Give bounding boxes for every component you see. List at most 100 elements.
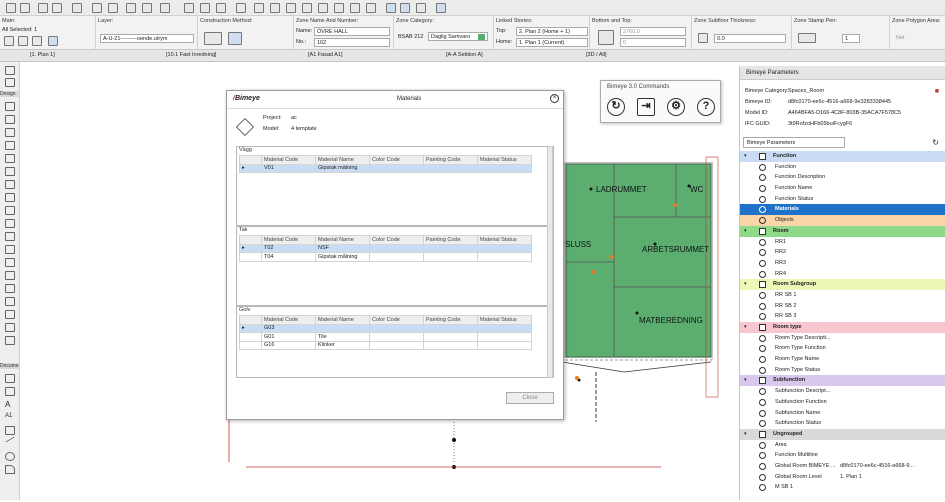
tree-item[interactable]: Function Name	[740, 183, 945, 194]
tree-item[interactable]: M SB 1	[740, 482, 945, 493]
tree-item[interactable]: Subfunction Status	[740, 418, 945, 429]
split-icon[interactable]	[334, 3, 344, 13]
tree-item[interactable]: Room Type Function	[740, 343, 945, 354]
curtain-wall-tool-icon[interactable]	[5, 232, 15, 241]
height-field[interactable]: 2760.0	[620, 27, 686, 36]
tree-group-room-subgroup[interactable]: ▾ Room Subgroup	[740, 279, 945, 290]
offset-icon[interactable]	[318, 3, 328, 13]
railing-tool-icon[interactable]	[5, 180, 15, 189]
window-tool-icon[interactable]	[5, 154, 15, 163]
section-icon[interactable]	[416, 3, 426, 13]
stair-tool-icon[interactable]	[5, 167, 15, 176]
tree-item[interactable]: RR3	[740, 258, 945, 269]
expand-icon[interactable]: ▾	[744, 322, 747, 333]
stretch-icon[interactable]	[270, 3, 280, 13]
tree-group-subfunction[interactable]: ▾ Subfunction	[740, 375, 945, 387]
guide-line-icon[interactable]	[92, 3, 102, 13]
tree-item[interactable]: Room Type Status	[740, 365, 945, 376]
expand-icon[interactable]: ▾	[744, 151, 747, 162]
table-row[interactable]: ▸ V01 Gipstak målning	[239, 163, 532, 173]
close-button[interactable]: Close	[506, 392, 554, 404]
door-tool-icon[interactable]	[5, 141, 15, 150]
lock-icon[interactable]: ■	[935, 88, 939, 95]
refresh-icon[interactable]: ↻	[607, 98, 625, 116]
polygon-value[interactable]: Net	[896, 35, 905, 41]
pick-up-icon[interactable]	[38, 3, 48, 13]
label-tool-icon[interactable]: A1	[5, 413, 15, 422]
pen-icon[interactable]	[798, 33, 816, 43]
tab-fasad-a1[interactable]: [A1 Fasad A1]	[308, 52, 343, 58]
top-story-select[interactable]: 2. Plan 2 (Home + 1)	[516, 27, 588, 36]
marquee-icon[interactable]	[20, 3, 30, 13]
magic-wand-icon[interactable]	[72, 3, 82, 13]
help-icon[interactable]: ?	[697, 98, 715, 116]
eye-icon[interactable]	[48, 36, 58, 46]
trace-icon[interactable]	[216, 3, 226, 13]
table-row[interactable]: ▸ T02 NSF	[239, 243, 532, 253]
arrow-tool-icon[interactable]	[6, 3, 16, 13]
tree-item[interactable]: Function Description	[740, 172, 945, 183]
tree-item[interactable]: RR4	[740, 269, 945, 280]
slab-tool-icon[interactable]	[5, 258, 15, 267]
construction-poly-icon[interactable]	[204, 32, 222, 45]
tree-item[interactable]: RR SB 2	[740, 301, 945, 312]
wall-tool-icon[interactable]	[5, 102, 15, 111]
tree-item[interactable]: Function Multiline	[740, 450, 945, 461]
skylight-tool-icon[interactable]	[5, 219, 15, 228]
tab-plan-1[interactable]: [1. Plan 1]	[30, 52, 55, 58]
intersect-icon[interactable]	[366, 3, 376, 13]
line-tool-icon[interactable]	[5, 436, 15, 443]
snap-points-icon[interactable]	[126, 3, 136, 13]
parameters-dropdown[interactable]: Bimeye Parameters	[743, 137, 845, 148]
tree-item[interactable]: Function Status	[740, 194, 945, 205]
refresh-icon[interactable]: ↻	[932, 138, 939, 147]
tree-item[interactable]: Subfunction Descript...	[740, 386, 945, 397]
subfloor-field[interactable]: 0.0	[714, 34, 786, 43]
tree-group-ungrouped[interactable]: ▾ Ungrouped	[740, 428, 945, 440]
settings-icon[interactable]: ⚙	[667, 98, 685, 116]
grid-snap-icon[interactable]	[160, 3, 170, 13]
column-tool-icon[interactable]	[5, 115, 15, 124]
tree-item[interactable]: Function	[740, 162, 945, 173]
arrow-tool-icon[interactable]	[5, 66, 15, 75]
edit-icon[interactable]	[236, 3, 246, 13]
tree-item[interactable]: Objects	[740, 215, 945, 226]
dimension-tool-icon[interactable]	[5, 374, 15, 383]
expand-icon[interactable]: ▾	[744, 279, 747, 290]
table-row[interactable]: ▸ G03	[239, 323, 532, 333]
lamp-tool-icon[interactable]	[5, 310, 15, 319]
zone-tool-icon[interactable]	[5, 284, 15, 293]
selection-icon[interactable]	[4, 36, 14, 46]
poly-icon[interactable]	[32, 36, 42, 46]
object-tool-icon[interactable]	[5, 297, 15, 306]
tree-item[interactable]: Room Type Descripti...	[740, 333, 945, 344]
tree-item[interactable]: Global Room BIMEYE ... d8fc0170-ee6c-4516…	[740, 461, 945, 472]
roof-tool-icon[interactable]	[5, 193, 15, 202]
snap-icon[interactable]	[108, 3, 118, 13]
morph-tool-icon[interactable]	[5, 245, 15, 254]
equipment-tool-icon[interactable]	[5, 336, 15, 345]
table-row[interactable]: T04 Gipstak målning	[239, 252, 532, 262]
cube-icon[interactable]	[400, 3, 410, 13]
bottom-field[interactable]: 0	[620, 38, 686, 47]
construction-rect-icon[interactable]	[228, 32, 242, 45]
expand-icon[interactable]: ▾	[744, 429, 747, 440]
marquee-tool-icon[interactable]	[5, 78, 15, 87]
tree-item[interactable]: Subfunction Name	[740, 408, 945, 419]
tree-item[interactable]: Subfunction Function	[740, 397, 945, 408]
close-icon[interactable]: ×	[550, 94, 559, 103]
tree-group-room[interactable]: ▾ Room	[740, 225, 945, 237]
number-field[interactable]: 102	[314, 38, 390, 47]
mesh-tool-icon[interactable]	[5, 271, 15, 280]
dialog-scrollbar[interactable]	[547, 146, 553, 378]
adjust-icon[interactable]	[350, 3, 360, 13]
solid-ops-icon[interactable]	[254, 3, 264, 13]
expand-icon[interactable]: ▾	[744, 375, 747, 386]
relative-construction-icon[interactable]	[142, 3, 152, 13]
inject-icon[interactable]	[52, 3, 62, 13]
tab-3d-all[interactable]: [3D / All]	[586, 52, 606, 58]
render-icon[interactable]	[436, 3, 446, 13]
table-row[interactable]: G01 Tile	[239, 332, 532, 342]
tree-item[interactable]: Materials	[740, 204, 945, 216]
tree-group-function[interactable]: ▾ Function	[740, 151, 945, 162]
